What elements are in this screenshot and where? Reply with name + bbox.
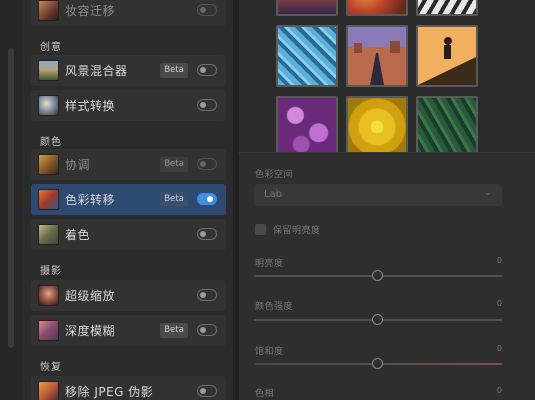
filter-item-harmonization[interactable]: 协调 Beta	[31, 149, 226, 180]
preset-image-purple-flowers[interactable]	[276, 96, 338, 158]
color-intensity-slider-label: 颜色强度	[255, 302, 294, 312]
filter-toggle[interactable]	[197, 228, 217, 240]
preset-image-green-leaves[interactable]	[416, 96, 478, 158]
saturation-slider-value: 0	[496, 344, 502, 353]
filter-toggle[interactable]	[197, 99, 217, 111]
filter-label: 样式转换	[65, 99, 116, 113]
filter-label: 超级缩放	[65, 289, 116, 303]
filter-item-landscape-mixer[interactable]: 风景混合器 Beta	[31, 55, 226, 86]
preset-image-desert-road[interactable]	[346, 25, 408, 87]
color-space-dropdown[interactable]: Lab ⌄	[254, 184, 502, 206]
beta-badge: Beta	[160, 323, 188, 338]
section-header-creative: 创意	[40, 42, 62, 53]
makeup-transfer-thumbnail	[38, 0, 59, 21]
preserve-luminance-checkbox[interactable]	[255, 224, 266, 235]
color-space-label: 色彩空间	[255, 170, 294, 180]
color-intensity-slider-value: 0	[496, 299, 502, 308]
filter-label: 着色	[65, 228, 91, 242]
settings-scrollbar[interactable]	[526, 153, 533, 400]
filter-label: 色彩转移	[65, 193, 116, 207]
section-header-photography: 摄影	[40, 266, 62, 277]
filter-item-depth-blur[interactable]: 深度模糊 Beta	[31, 315, 226, 346]
preserve-luminance-label: 保留明亮度	[273, 226, 321, 236]
color-preset-grid	[239, 0, 535, 158]
hue-slider-label: 色相	[255, 389, 275, 399]
edge-scrollbar[interactable]	[8, 48, 14, 348]
filter-label: 妆容迁移	[65, 4, 116, 18]
luminance-slider-label: 明亮度	[255, 259, 284, 269]
style-transfer-thumbnail	[38, 95, 59, 116]
color-transfer-settings: 色彩空间 Lab ⌄ 保留明亮度 明亮度 0 颜色强度 0 饱和度 0 色相 0	[239, 152, 535, 400]
preset-image-blue-feathers[interactable]	[276, 25, 338, 87]
harmonization-thumbnail	[38, 154, 59, 175]
filter-toggle[interactable]	[197, 385, 217, 397]
section-header-color: 颜色	[40, 137, 62, 148]
preset-image-black-white[interactable]	[416, 0, 478, 16]
filter-toggle[interactable]	[197, 158, 217, 170]
section-header-restore: 恢复	[40, 362, 62, 373]
filter-label: 移除 JPEG 伪影	[65, 385, 154, 399]
filter-toggle[interactable]	[197, 193, 217, 205]
beta-badge: Beta	[160, 157, 188, 172]
jpeg-removal-thumbnail	[38, 381, 59, 400]
preset-image-skater[interactable]	[416, 25, 478, 87]
filter-item-super-zoom[interactable]: 超级缩放	[31, 280, 226, 311]
saturation-slider-label: 饱和度	[255, 347, 284, 357]
luminance-slider-value: 0	[496, 256, 502, 265]
filter-item-jpeg-artifacts-removal[interactable]: 移除 JPEG 伪影	[31, 376, 226, 400]
filter-label: 风景混合器	[65, 64, 128, 78]
filter-label: 协调	[65, 158, 91, 172]
desert-road-art	[348, 27, 406, 85]
preset-image-autumn-leaves[interactable]	[346, 0, 408, 16]
beta-badge: Beta	[160, 63, 188, 78]
filter-toggle[interactable]	[197, 64, 217, 76]
filter-item-colorize[interactable]: 着色	[31, 219, 226, 250]
filter-item-makeup-transfer[interactable]: 妆容迁移	[31, 0, 226, 26]
preset-image-sunset-city[interactable]	[276, 0, 338, 16]
neural-filters-list: 妆容迁移 创意 风景混合器 Beta 样式转换 颜色 协调 Beta 色彩转移 …	[22, 0, 234, 400]
filter-label: 深度模糊	[65, 324, 116, 338]
luminance-slider-thumb[interactable]	[372, 270, 383, 281]
filter-toggle[interactable]	[197, 324, 217, 336]
hue-slider-value: 0	[496, 386, 502, 395]
color-intensity-slider-thumb[interactable]	[372, 314, 383, 325]
skater-art	[418, 27, 476, 85]
depth-blur-thumbnail	[38, 320, 59, 341]
beta-badge: Beta	[160, 192, 188, 207]
filter-toggle[interactable]	[197, 289, 217, 301]
filter-item-color-transfer[interactable]: 色彩转移 Beta	[31, 184, 226, 215]
left-edge-strip	[0, 0, 22, 400]
color-space-value: Lab	[264, 189, 283, 200]
preset-image-yellow-dahlia[interactable]	[346, 96, 408, 158]
chevron-down-icon: ⌄	[483, 187, 492, 198]
saturation-slider-thumb[interactable]	[372, 358, 383, 369]
filter-item-style-transfer[interactable]: 样式转换	[31, 90, 226, 121]
colorize-thumbnail	[38, 224, 59, 245]
landscape-mixer-thumbnail	[38, 60, 59, 81]
super-zoom-thumbnail	[38, 285, 59, 306]
color-transfer-thumbnail	[38, 189, 59, 210]
filter-toggle[interactable]	[197, 4, 217, 16]
